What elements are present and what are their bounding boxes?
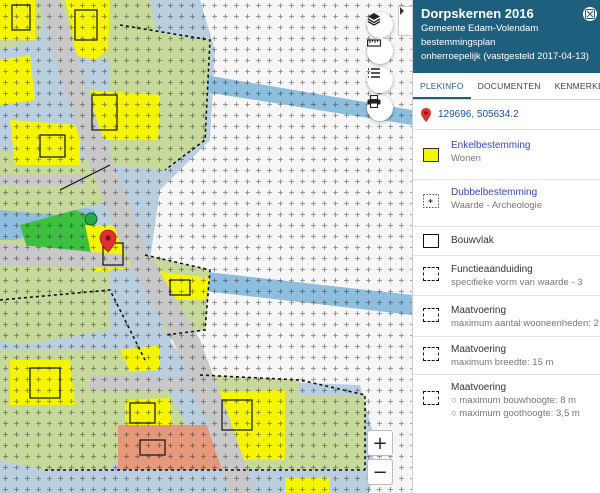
archeologie-swatch: [423, 194, 439, 208]
expand-button[interactable]: [583, 7, 597, 21]
chevron-right-icon: [400, 7, 404, 15]
entry-title-link[interactable]: Enkelbestemming: [451, 139, 530, 152]
entry-title: Maatvoering: [451, 382, 507, 393]
municipality: Gemeente Edam-Volendam: [421, 23, 539, 34]
maatvoering-swatch: [423, 347, 439, 361]
collapse-panel-button[interactable]: [398, 6, 412, 36]
entry-title: Functieaanduiding: [451, 264, 533, 275]
entry-subtitle: specifieke vorm van waarde - 3: [451, 277, 583, 288]
maatvoering-swatch: [423, 391, 439, 405]
entry-title: Bouwvlak: [451, 235, 494, 246]
legend-list-icon: [368, 68, 380, 78]
panel-tabs: PLEKINFO DOCUMENTEN KENMERKEN: [413, 73, 600, 100]
entry-title: Maatvoering: [451, 305, 507, 316]
info-panel: Dorpskernen 2016 Gemeente Edam-Volendam …: [412, 0, 600, 493]
entry-subtitle: ○ maximum goothoogte: 3,5 m: [451, 408, 580, 419]
legend-button[interactable]: [367, 67, 393, 93]
goothoogte-value: maximum goothoogte: 3,5 m: [459, 408, 580, 419]
plan-type: bestemmingsplan: [421, 37, 496, 48]
maatvoering-swatch: [423, 308, 439, 322]
entry-dubbelbestemming: Dubbelbestemming Waarde - Archeologie: [413, 180, 600, 227]
plan-status: onherroepelijk (vastgesteld 2017-04-13): [421, 51, 589, 62]
entry-title: Maatvoering: [451, 344, 507, 355]
entry-subtitle: Wonen: [451, 153, 481, 164]
layers-icon: [367, 13, 381, 26]
tab-kenmerken[interactable]: KENMERKEN: [548, 73, 600, 99]
zoning-map[interactable]: [0, 0, 412, 493]
map-view[interactable]: + −: [0, 0, 412, 493]
entry-title-link[interactable]: Dubbelbestemming: [451, 186, 542, 199]
entry-subtitle: maximum breedte: 15 m: [451, 357, 554, 368]
print-icon: [367, 95, 381, 108]
panel-header: Dorpskernen 2016 Gemeente Edam-Volendam …: [413, 0, 600, 73]
ruler-icon: [367, 39, 381, 47]
layers-button[interactable]: [367, 12, 393, 38]
entry-enkelbestemming: Enkelbestemming Wonen: [413, 130, 600, 180]
zoom-out-button[interactable]: −: [367, 459, 393, 485]
tab-documenten[interactable]: DOCUMENTEN: [471, 73, 548, 99]
bouwvlak-swatch: [423, 234, 439, 248]
wonen-swatch: [423, 148, 439, 162]
entry-subtitle: maximum aantal wooneenheden: 2: [451, 318, 599, 329]
entry-bouwvlak: Bouwvlak: [413, 227, 600, 256]
bouwhoogte-value: maximum bouwhoogte: 8 m: [459, 395, 577, 406]
functieaanduiding-swatch: [423, 267, 439, 281]
coordinates-row: 129696, 505634.2: [413, 100, 600, 130]
entry-maatvoering-breedte: Maatvoering maximum breedte: 15 m: [413, 337, 600, 375]
entry-maatvoering-hoogte: Maatvoering ○ maximum bouwhoogte: 8 m ○ …: [413, 375, 600, 425]
print-button[interactable]: [367, 95, 393, 121]
location-pin-icon: [421, 107, 431, 122]
measure-button[interactable]: [367, 38, 393, 64]
expand-icon: [585, 9, 595, 19]
plan-title: Dorpskernen 2016: [421, 6, 534, 21]
zoom-in-button[interactable]: +: [367, 430, 393, 456]
entry-maatvoering-wooneenheden: Maatvoering maximum aantal wooneenheden:…: [413, 296, 600, 337]
entry-functieaanduiding: Functieaanduiding specifieke vorm van wa…: [413, 256, 600, 296]
coordinates-value[interactable]: 129696, 505634.2: [438, 109, 519, 120]
entry-subtitle: ○ maximum bouwhoogte: 8 m: [451, 395, 577, 406]
entry-subtitle: Waarde - Archeologie: [451, 200, 543, 211]
tab-plekinfo[interactable]: PLEKINFO: [413, 73, 471, 99]
